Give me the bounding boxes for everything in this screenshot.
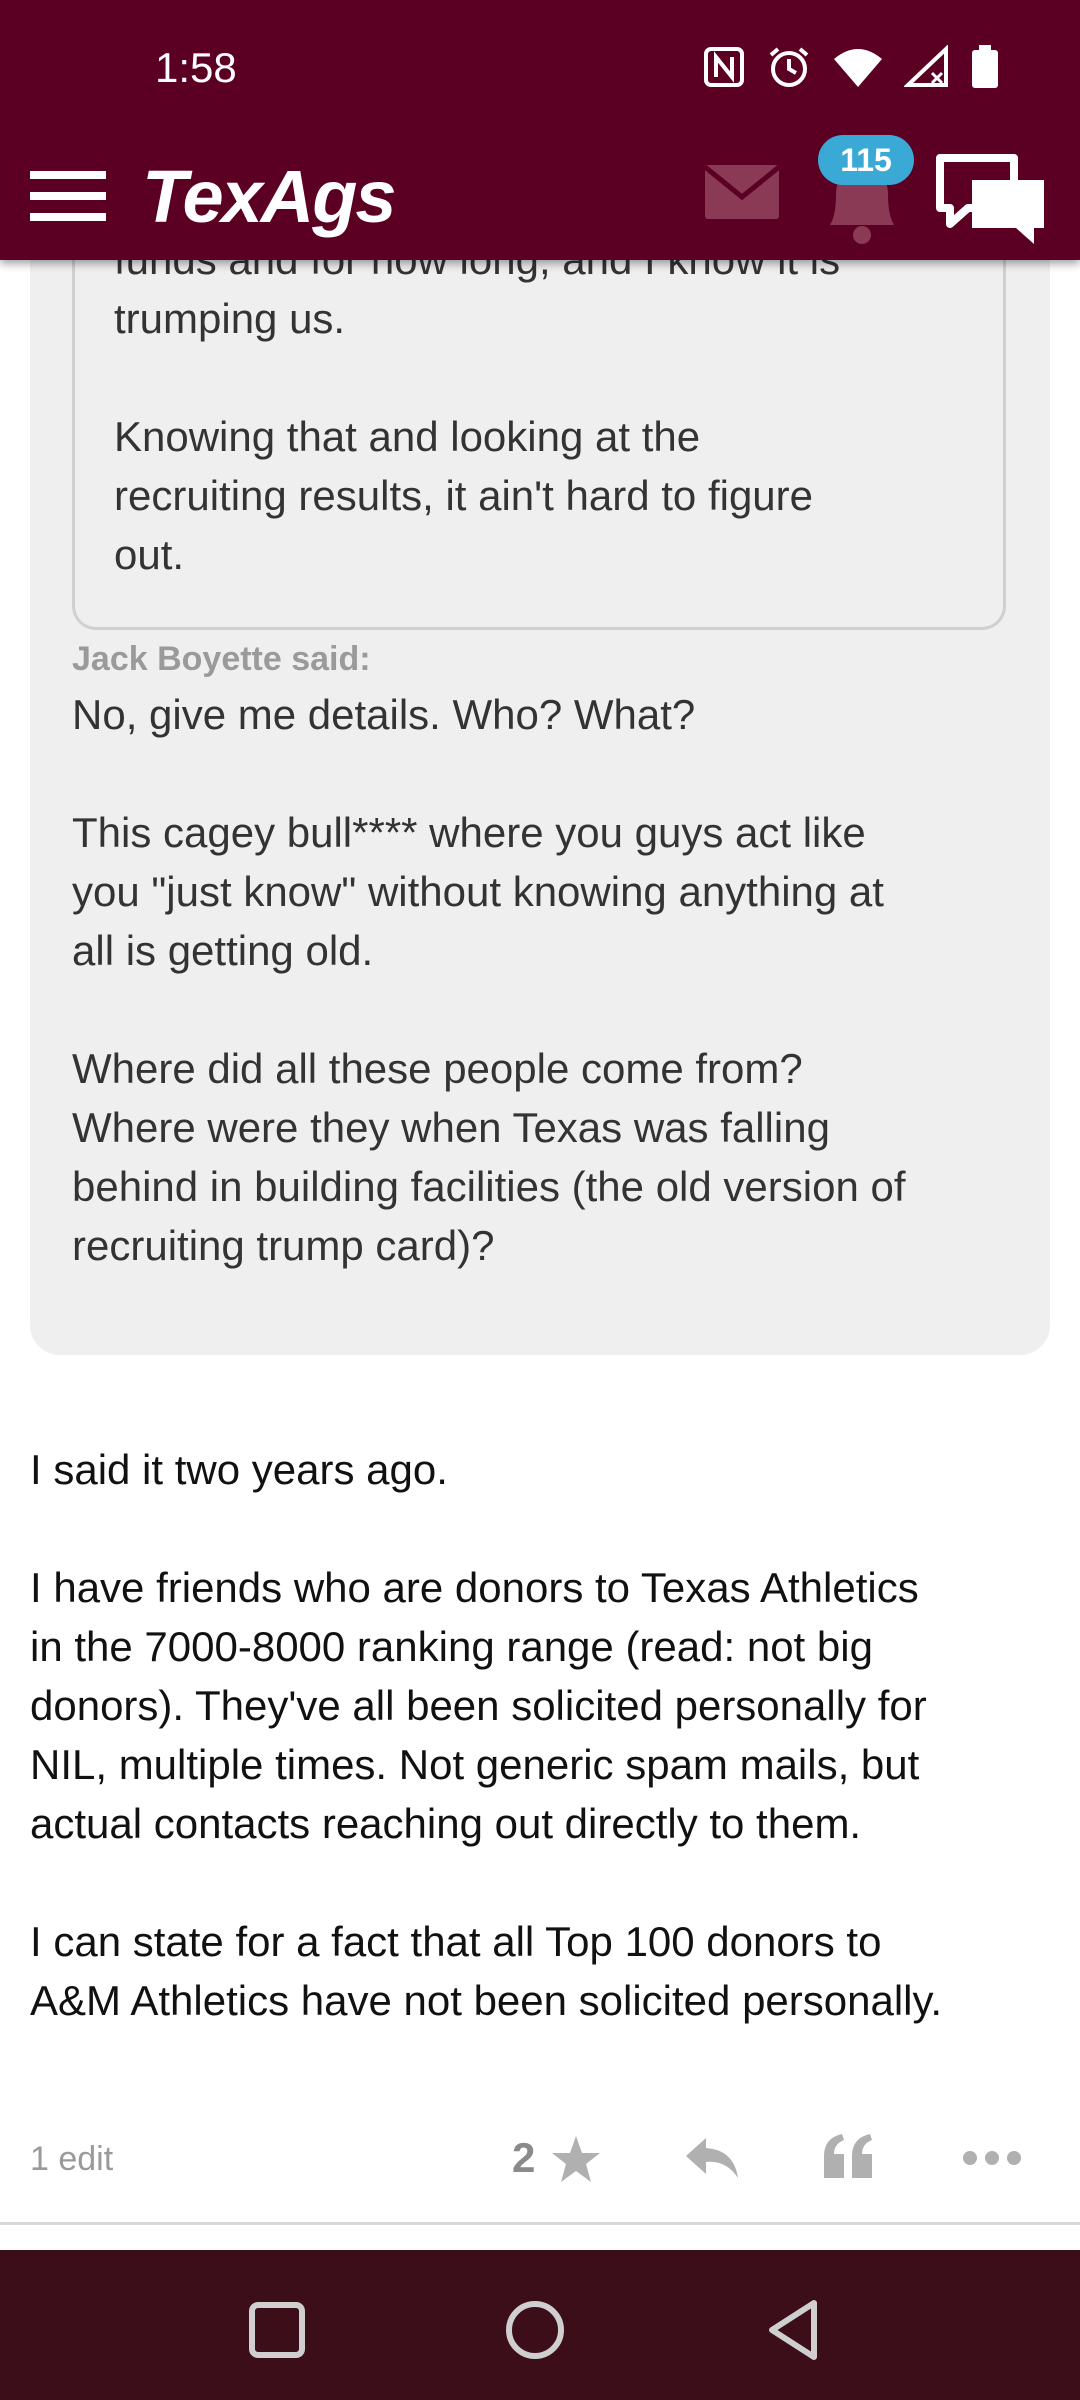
content-area: funds and for how long, and I know it is…	[0, 260, 1080, 2250]
menu-icon[interactable]	[30, 157, 106, 233]
post-body: I said it two years ago. I have friends …	[30, 1440, 1060, 2030]
chat-icon[interactable]	[932, 150, 1052, 250]
system-nav-bar	[0, 2250, 1080, 2400]
text-line: Knowing that and looking at the	[114, 413, 701, 460]
text-line: recruiting trump card)?	[72, 1222, 495, 1269]
square-icon[interactable]	[242, 2295, 312, 2365]
status-time: 1:58	[155, 44, 237, 91]
text-line: funds and for how long, and I know it is	[114, 260, 994, 289]
text-line: Where were they when Texas was falling	[72, 1104, 830, 1151]
text-line: you "just know" without knowing anything…	[72, 868, 884, 915]
text-line: behind in building facilities (the old v…	[72, 1163, 906, 1210]
quote-text: No, give me details. Who? What? This cag…	[72, 685, 1032, 1275]
text-line: actual contacts reaching out directly to…	[30, 1800, 862, 1847]
nfc-icon	[702, 45, 746, 94]
more-icon[interactable]	[962, 2150, 1022, 2171]
text-line: No, give me details. Who? What?	[72, 691, 696, 738]
post-divider	[0, 2222, 1080, 2225]
edit-count[interactable]: 1 edit	[30, 2140, 113, 2179]
mail-icon[interactable]	[703, 165, 781, 225]
alarm-icon	[766, 44, 812, 95]
signal-icon	[902, 44, 950, 94]
text-line: donors). They've all been solicited pers…	[30, 1682, 927, 1729]
text-line: A&M Athletics have not been solicited pe…	[30, 1977, 943, 2024]
text-line: recruiting results, it ain't hard to fig…	[114, 472, 814, 519]
star-icon[interactable]	[550, 2134, 602, 2189]
text-line: I said it two years ago.	[30, 1446, 448, 1493]
text-line: trumping us.	[114, 295, 346, 342]
status-icons	[702, 44, 1000, 95]
text-line: all is getting old.	[72, 927, 374, 974]
text-line: This cagey bull**** where you guys act l…	[72, 809, 866, 856]
nested-quote-text: funds and for how long, and I know it is…	[114, 260, 994, 584]
notification-badge: 115	[818, 135, 914, 185]
app-header: TexAgs 115	[0, 135, 1080, 260]
text-line: out.	[114, 531, 185, 578]
reply-icon[interactable]	[684, 2136, 740, 2185]
quote-author[interactable]: Jack Boyette said:	[72, 640, 371, 679]
status-bar: 1:58	[0, 0, 1080, 145]
text-line: NIL, multiple times. Not generic spam ma…	[30, 1741, 920, 1788]
text-line: I have friends who are donors to Texas A…	[30, 1564, 919, 1611]
quote-icon[interactable]	[822, 2132, 874, 2185]
wifi-icon	[832, 45, 884, 94]
back-icon[interactable]	[760, 2295, 830, 2365]
post-footer: 1 edit 2	[0, 2100, 1080, 2250]
circle-icon[interactable]	[500, 2295, 570, 2365]
quote-block: funds and for how long, and I know it is…	[30, 260, 1050, 1355]
texags-logo[interactable]: TexAgs	[142, 147, 397, 247]
text-line: I can state for a fact that all Top 100 …	[30, 1918, 882, 1965]
text-line: in the 7000-8000 ranking range (read: no…	[30, 1623, 873, 1670]
star-count: 2	[512, 2134, 536, 2181]
battery-icon	[970, 44, 1000, 95]
text-line: Where did all these people come from?	[72, 1045, 803, 1092]
